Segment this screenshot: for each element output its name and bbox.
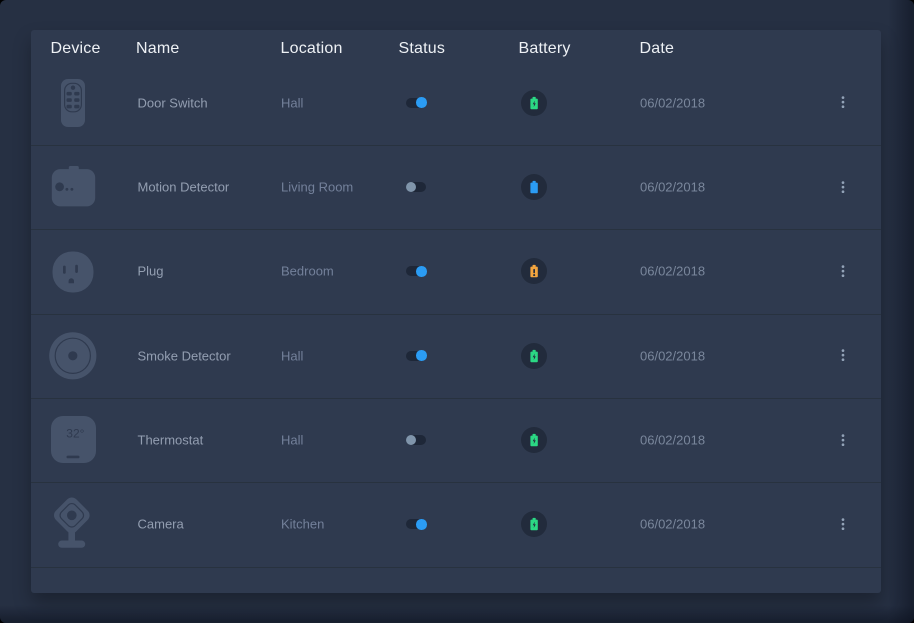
svg-text:32°: 32° — [66, 426, 84, 440]
